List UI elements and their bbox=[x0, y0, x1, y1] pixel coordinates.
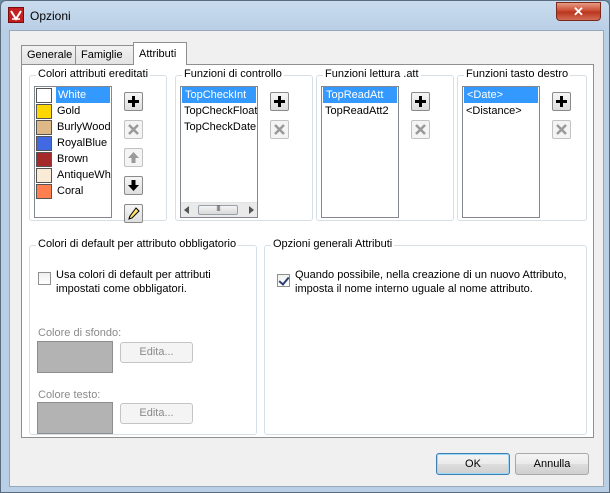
background-color-swatch bbox=[37, 341, 113, 373]
tab-attributi[interactable]: Attributi bbox=[133, 42, 187, 65]
title-bar[interactable]: Opzioni ✕ bbox=[1, 1, 609, 29]
list-item[interactable]: TopCheckDate bbox=[181, 119, 257, 135]
inherited-colors-list[interactable]: White Gold BurlyWood RoyalBlue Brown AntiqueW… bbox=[34, 86, 112, 218]
color-list-item[interactable]: Coral bbox=[35, 183, 111, 199]
attributi-panel: Colori attributi ereditati White Gold Burl… bbox=[21, 64, 594, 438]
edit-text-color-button[interactable]: Edita... bbox=[120, 403, 193, 424]
edit-color-button[interactable] bbox=[124, 204, 143, 223]
color-name: AntiqueWhit bbox=[57, 169, 112, 181]
control-functions-group: Funzioni di controllo TopCheckInt TopChe… bbox=[175, 68, 313, 221]
text-color-label: Colore testo: bbox=[38, 389, 101, 401]
right-button-functions-group: Funzioni tasto destro <Date> <Distance> bbox=[457, 68, 587, 221]
control-functions-list[interactable]: TopCheckInt TopCheckFloat TopCheckDate I… bbox=[180, 86, 258, 218]
use-default-colors-checkbox[interactable] bbox=[38, 272, 51, 285]
plus-icon bbox=[128, 96, 139, 107]
app-icon bbox=[8, 7, 24, 23]
list-item[interactable]: TopReadAtt2 bbox=[322, 103, 398, 119]
text-color-swatch bbox=[37, 402, 113, 434]
same-internal-name-label: Quando possibile, nella creazione di un … bbox=[295, 268, 567, 296]
color-swatch bbox=[36, 167, 52, 183]
plus-icon bbox=[556, 96, 567, 107]
color-name: BurlyWood bbox=[57, 121, 111, 133]
horizontal-scrollbar[interactable]: III bbox=[181, 202, 257, 217]
color-swatch bbox=[36, 87, 52, 103]
use-default-colors-label: Usa colori di default per attributi impo… bbox=[56, 268, 211, 296]
add-color-button[interactable] bbox=[124, 92, 143, 111]
color-swatch bbox=[36, 135, 52, 151]
color-list-item[interactable]: BurlyWood bbox=[35, 119, 111, 135]
color-list-item[interactable]: AntiqueWhit bbox=[35, 167, 111, 183]
color-list-item[interactable]: Gold bbox=[35, 103, 111, 119]
general-options-group: Opzioni generali Attributi Quando possib… bbox=[264, 238, 587, 435]
add-control-function-button[interactable] bbox=[270, 92, 289, 111]
color-swatch bbox=[36, 119, 52, 135]
default-colors-group: Colori di default per attributo obbligat… bbox=[29, 238, 257, 435]
list-item[interactable]: TopCheckInt bbox=[182, 87, 256, 103]
color-name: White bbox=[56, 87, 110, 103]
default-colors-title: Colori di default per attributo obbligat… bbox=[36, 238, 239, 250]
background-color-label: Colore di sfondo: bbox=[38, 327, 122, 339]
color-list-item[interactable]: Brown bbox=[35, 151, 111, 167]
list-item[interactable]: <Distance> bbox=[463, 103, 539, 119]
remove-read-function-button[interactable] bbox=[411, 120, 430, 139]
right-button-functions-title: Funzioni tasto destro bbox=[464, 68, 571, 80]
move-down-button[interactable] bbox=[124, 176, 143, 195]
scroll-thumb[interactable]: III bbox=[198, 204, 238, 215]
plus-icon bbox=[274, 96, 285, 107]
grip-icon: III bbox=[216, 204, 221, 213]
close-button[interactable]: ✕ bbox=[556, 2, 601, 21]
same-internal-name-checkbox[interactable] bbox=[277, 274, 290, 287]
color-swatch bbox=[36, 183, 52, 199]
control-functions-title: Funzioni di controllo bbox=[182, 68, 284, 80]
arrow-up-icon bbox=[128, 152, 139, 163]
color-list-item[interactable]: White bbox=[35, 87, 111, 103]
read-functions-title: Funzioni lettura .att bbox=[323, 68, 421, 80]
add-right-button-function-button[interactable] bbox=[552, 92, 571, 111]
inherited-colors-title: Colori attributi ereditati bbox=[36, 68, 151, 80]
x-icon bbox=[556, 124, 567, 135]
ok-button[interactable]: OK bbox=[436, 453, 510, 475]
cancel-button[interactable]: Annulla bbox=[515, 453, 589, 475]
remove-control-function-button[interactable] bbox=[270, 120, 289, 139]
color-name: RoyalBlue bbox=[57, 137, 108, 149]
list-item[interactable]: <Date> bbox=[464, 87, 538, 103]
inherited-colors-group: Colori attributi ereditati White Gold Burl… bbox=[29, 68, 167, 223]
plus-icon bbox=[415, 96, 426, 107]
arrow-down-icon bbox=[128, 180, 139, 191]
window-title: Opzioni bbox=[30, 9, 71, 23]
right-button-functions-list[interactable]: <Date> <Distance> bbox=[462, 86, 540, 218]
label-line: imposta il nome interno uguale al nome a… bbox=[295, 283, 533, 295]
x-icon bbox=[415, 124, 426, 135]
remove-color-button[interactable] bbox=[124, 120, 143, 139]
color-swatch bbox=[36, 151, 52, 167]
scroll-left-icon[interactable] bbox=[184, 206, 190, 214]
scroll-right-icon[interactable] bbox=[248, 206, 254, 214]
color-name: Brown bbox=[57, 153, 89, 165]
x-icon bbox=[274, 124, 285, 135]
label-line: impostati come obbligatori. bbox=[56, 283, 187, 295]
pencil-icon bbox=[128, 207, 140, 220]
color-name: Gold bbox=[57, 105, 81, 117]
edit-background-color-button[interactable]: Edita... bbox=[120, 342, 193, 363]
label-line: Usa colori di default per attributi bbox=[56, 269, 211, 281]
color-list-item[interactable]: RoyalBlue bbox=[35, 135, 111, 151]
tab-generale[interactable]: Generale bbox=[21, 45, 76, 64]
list-item[interactable]: TopReadAtt bbox=[323, 87, 397, 103]
remove-right-button-function-button[interactable] bbox=[552, 120, 571, 139]
read-functions-group: Funzioni lettura .att TopReadAtt TopRead… bbox=[316, 68, 454, 221]
read-functions-list[interactable]: TopReadAtt TopReadAtt2 bbox=[321, 86, 399, 218]
close-icon: ✕ bbox=[573, 4, 584, 19]
add-read-function-button[interactable] bbox=[411, 92, 430, 111]
general-options-title: Opzioni generali Attributi bbox=[271, 238, 395, 250]
x-icon bbox=[128, 124, 139, 135]
dialog-client: Generale Famiglie Attributi Colori attri… bbox=[9, 30, 604, 487]
label-line: Quando possibile, nella creazione di un … bbox=[295, 269, 567, 281]
color-name: Coral bbox=[57, 185, 84, 197]
list-item[interactable]: TopCheckFloat bbox=[181, 103, 257, 119]
move-up-button[interactable] bbox=[124, 148, 143, 167]
color-swatch bbox=[36, 103, 52, 119]
tab-famiglie[interactable]: Famiglie bbox=[75, 45, 134, 64]
options-window: Opzioni ✕ Generale Famiglie Attributi Co… bbox=[0, 0, 610, 493]
